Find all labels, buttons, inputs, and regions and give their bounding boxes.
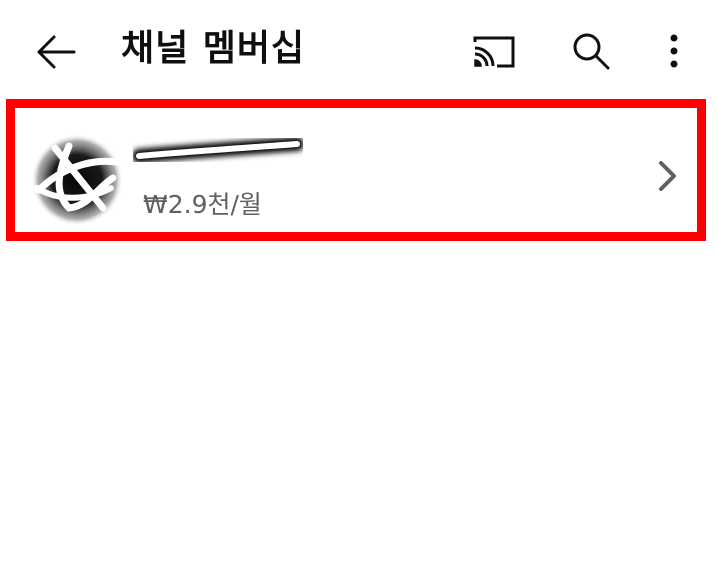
redacted-channel-name (133, 137, 303, 163)
top-app-bar: 채널 멤버십 (0, 0, 718, 100)
search-button[interactable] (566, 26, 616, 76)
cast-icon (473, 36, 515, 68)
more-options-button[interactable] (654, 26, 694, 76)
page-title: 채널 멤버십 (121, 28, 306, 69)
membership-price: ₩2.9천/월 (143, 190, 262, 219)
cast-button[interactable] (468, 28, 520, 76)
channel-avatar (31, 134, 123, 226)
chevron-right-button (651, 156, 685, 196)
chevron-right-icon (659, 161, 676, 191)
channel-membership-screen: 채널 멤버십 ₩2.9천/월 (0, 0, 718, 584)
back-button[interactable] (32, 28, 80, 76)
membership-list-item[interactable]: ₩2.9천/월 (6, 99, 706, 241)
more-vertical-icon (670, 34, 678, 68)
search-icon (573, 33, 610, 70)
arrow-left-icon (37, 35, 76, 69)
